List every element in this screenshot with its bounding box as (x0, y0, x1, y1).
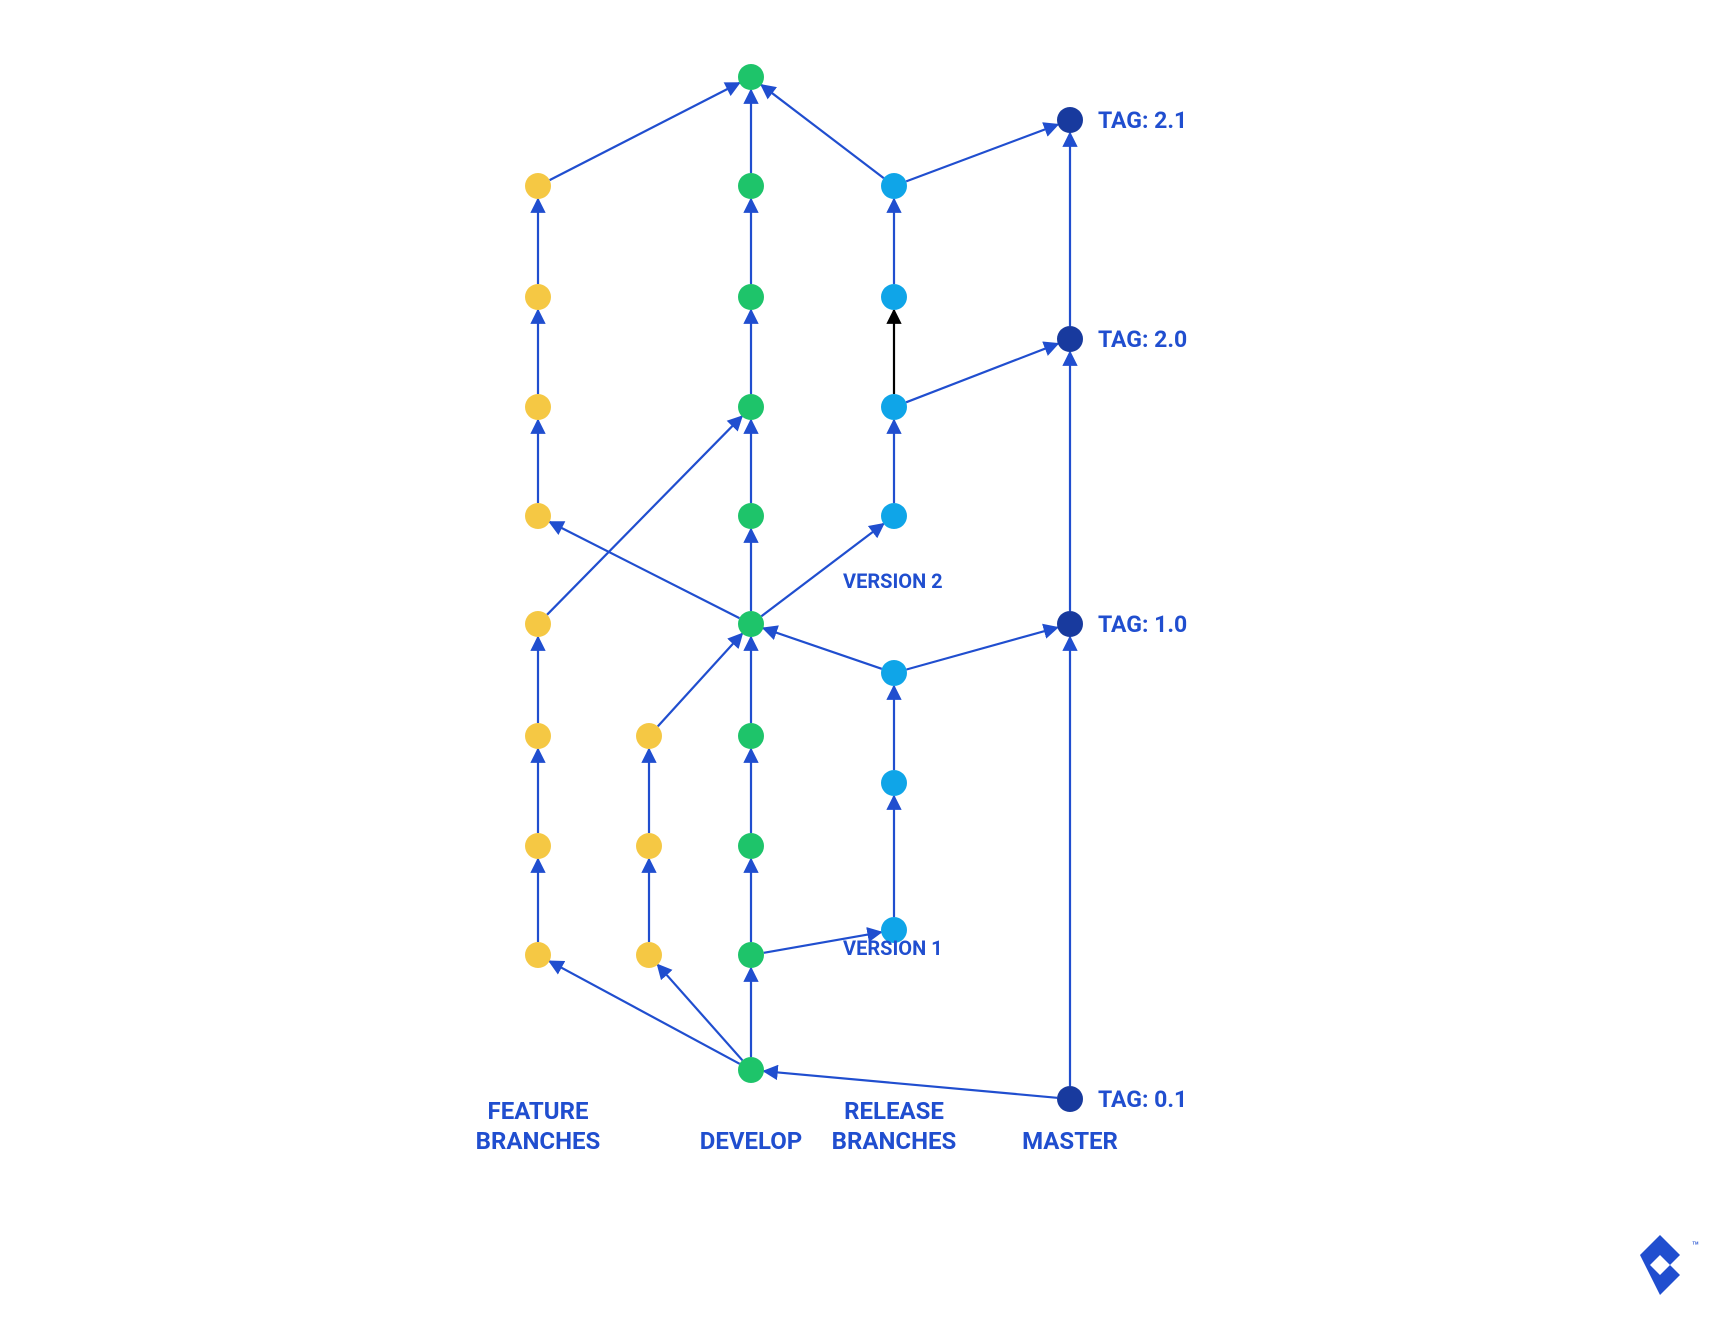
commit-fB1 (636, 833, 662, 859)
commit-fA2 (525, 723, 551, 749)
commit-fC3 (525, 173, 551, 199)
commit-d0 (738, 1057, 764, 1083)
commit-d5 (738, 503, 764, 529)
commit-d6 (738, 394, 764, 420)
nodes-layer (525, 64, 1083, 1112)
edge-fA3-d6 (547, 416, 742, 614)
commit-r2c (881, 284, 907, 310)
feature-branches-label-l2: BRANCHES (476, 1127, 601, 1155)
tag-label-3: TAG: 2.1 (1098, 107, 1187, 134)
commit-d9 (738, 64, 764, 90)
commit-r2a (881, 503, 907, 529)
commit-d7 (738, 284, 764, 310)
gitflow-diagram: FEATURE BRANCHES DEVELOP RELEASE BRANCHE… (0, 0, 1720, 1326)
edge-r2d-d9 (761, 85, 883, 178)
edge-r1c-d4 (763, 628, 881, 669)
edge-r2d-m3 (906, 125, 1058, 182)
edge-d4-fC0 (550, 522, 740, 618)
edges-layer (538, 83, 1070, 1098)
commit-r1c (881, 660, 907, 686)
commit-fB0 (636, 942, 662, 968)
commit-m0 (1057, 1086, 1083, 1112)
tag-label-0: TAG: 0.1 (1098, 1086, 1187, 1113)
master-label: MASTER (1022, 1127, 1118, 1155)
edge-d0-fB0 (658, 965, 743, 1061)
commit-fC1 (525, 394, 551, 420)
tag-label-2: TAG: 2.0 (1098, 326, 1187, 353)
commit-m1 (1057, 611, 1083, 637)
version-2-label: VERSION 2 (843, 569, 943, 593)
edge-r2b-m2 (906, 344, 1058, 403)
commit-d1 (738, 942, 764, 968)
commit-d3 (738, 723, 764, 749)
commit-fA0 (525, 942, 551, 968)
commit-fB2 (636, 723, 662, 749)
edge-d0-fA0 (549, 961, 739, 1064)
develop-label: DEVELOP (700, 1127, 803, 1155)
commit-r2b (881, 394, 907, 420)
commit-r2d (881, 173, 907, 199)
edge-fC3-d9 (550, 83, 740, 180)
edge-m0-d0 (764, 1071, 1057, 1098)
tags-layer: TAG: 0.1 TAG: 1.0 TAG: 2.0 TAG: 2.1 (1098, 107, 1187, 1113)
trademark-symbol: ™ (1692, 1239, 1700, 1253)
release-branches-label-l1: RELEASE (844, 1097, 944, 1125)
commit-fC2 (525, 284, 551, 310)
tag-label-1: TAG: 1.0 (1098, 611, 1187, 638)
edge-fB2-d4 (658, 634, 742, 727)
commit-d8 (738, 173, 764, 199)
feature-branches-label-l1: FEATURE (488, 1097, 589, 1125)
commit-m3 (1057, 107, 1083, 133)
commit-fC0 (525, 503, 551, 529)
commit-d4 (738, 611, 764, 637)
commit-r1b (881, 770, 907, 796)
commit-d2 (738, 833, 764, 859)
commit-fA1 (525, 833, 551, 859)
toptal-logo-icon: ™ (1640, 1235, 1700, 1295)
commit-m2 (1057, 326, 1083, 352)
edge-r1c-m1 (907, 628, 1058, 670)
release-branches-label-l2: BRANCHES (832, 1127, 957, 1155)
version-1-label: VERSION 1 (843, 936, 943, 960)
commit-fA3 (525, 611, 551, 637)
